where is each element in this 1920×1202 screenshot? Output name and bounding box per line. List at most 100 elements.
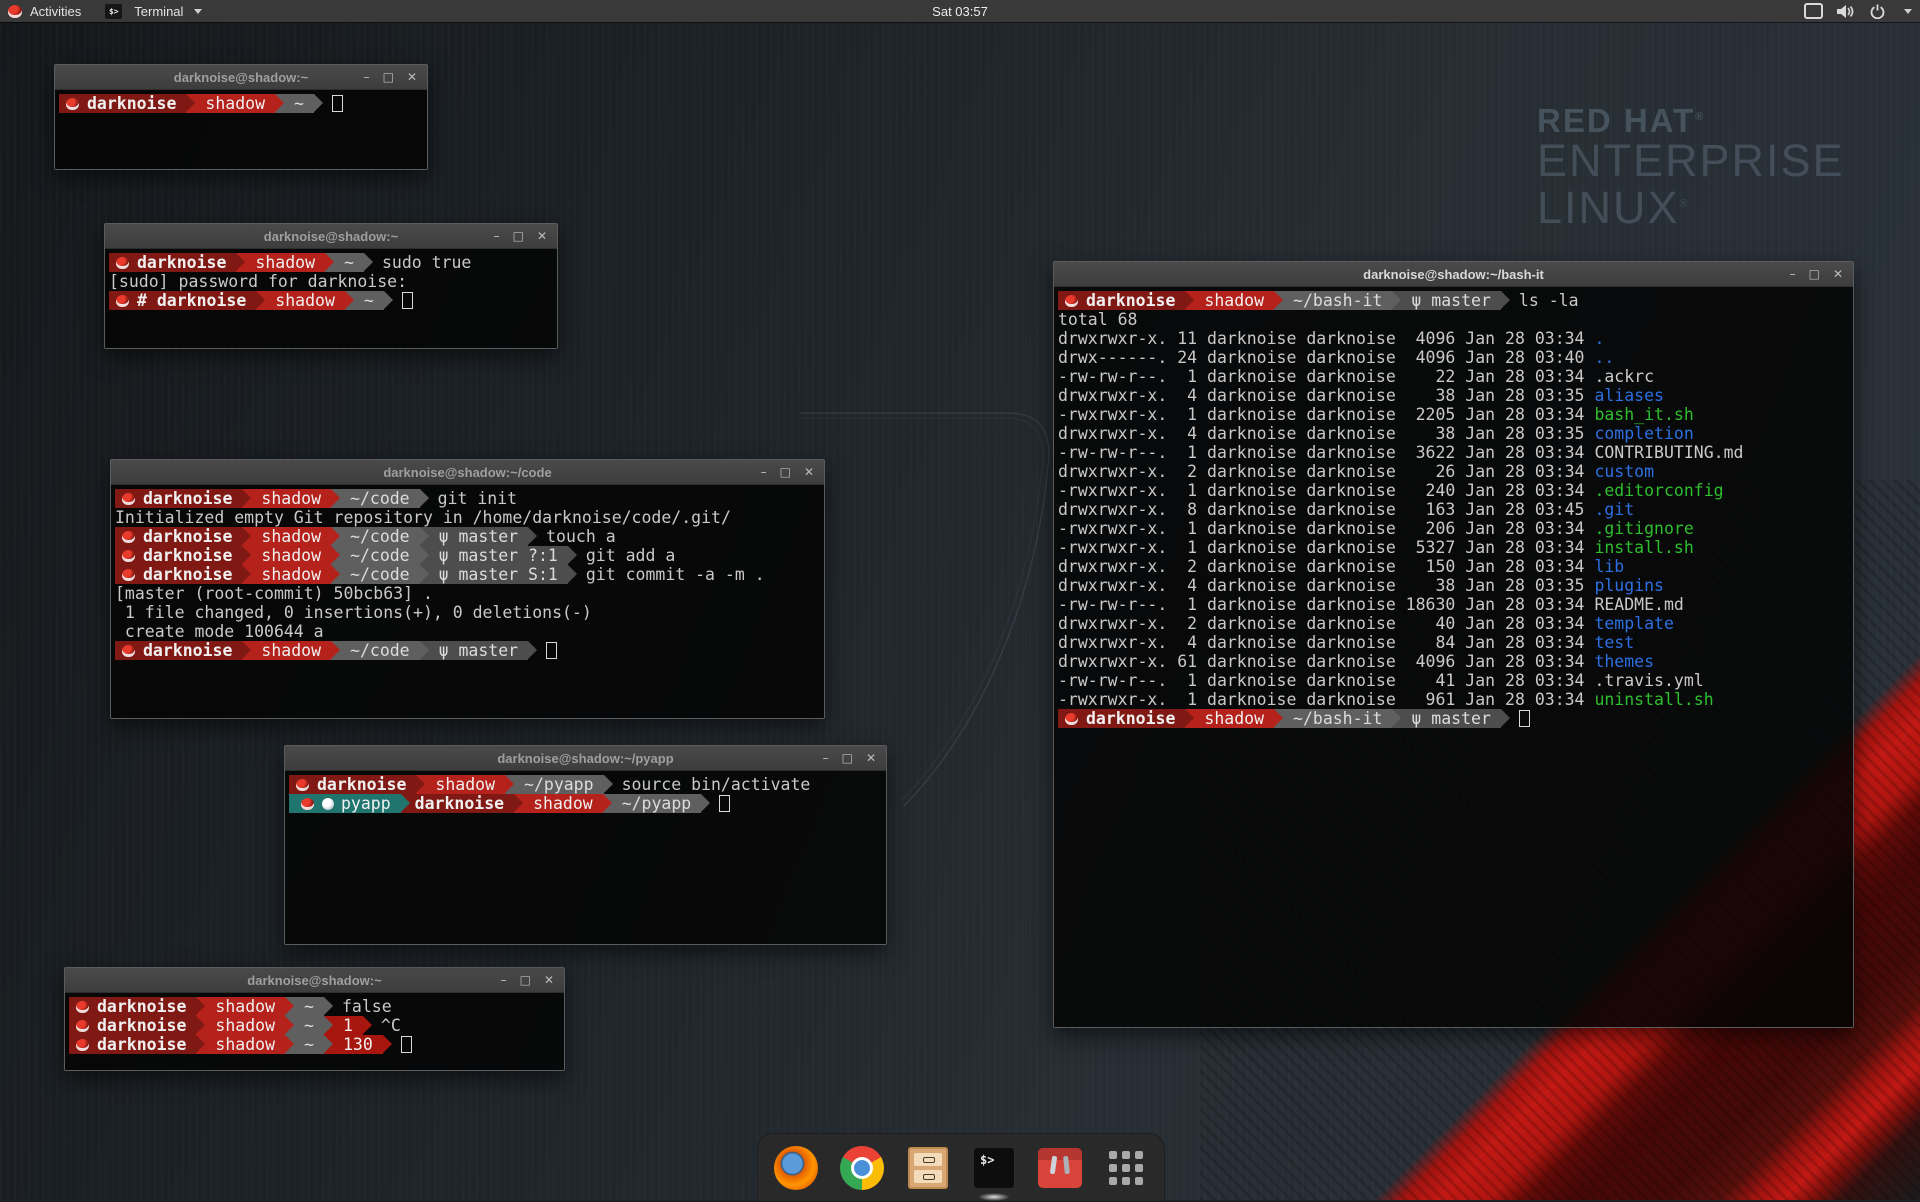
terminal-line: [sudo] password for darknoise: xyxy=(109,272,552,291)
terminal-app-icon: $> xyxy=(105,4,122,19)
window-titlebar[interactable]: darknoise@shadow:~/code –□ ✕ xyxy=(111,460,824,485)
power-icon[interactable] xyxy=(1870,4,1885,19)
minimize-button[interactable]: – xyxy=(364,65,370,89)
clock[interactable]: Sat 03:57 xyxy=(932,4,988,19)
window-titlebar[interactable]: darknoise@shadow:~ –□✕ xyxy=(65,968,564,993)
redhat-icon xyxy=(116,257,129,269)
powerline-arrow-icon xyxy=(285,1035,294,1054)
segment-label: ~/code xyxy=(350,489,410,508)
terminal-line: -rw-rw-r--. 1 darknoise darknoise 18630 … xyxy=(1058,595,1848,614)
terminal-line: darknoiseshadow~/bash-itψ master xyxy=(1058,709,1848,728)
close-button[interactable]: ✕ xyxy=(804,460,814,484)
minimize-button[interactable]: – xyxy=(823,746,829,770)
terminal-text: bash_it.sh xyxy=(1594,405,1693,424)
minimize-button[interactable]: – xyxy=(501,968,507,992)
redhat-icon xyxy=(76,1039,89,1051)
maximize-button[interactable]: □ xyxy=(780,460,791,484)
terminal-text: Initialized empty Git repository in /hom… xyxy=(115,508,731,527)
terminal-text: -rwxrwxr-x. 1 darknoise darknoise 2205 J… xyxy=(1058,405,1594,424)
segment-label: shadow xyxy=(1204,291,1264,310)
terminal-text: drwxrwxr-x. 4 darknoise darknoise 38 Jan… xyxy=(1058,424,1594,443)
close-button[interactable]: ✕ xyxy=(866,746,876,770)
app-menu-button[interactable]: Terminal xyxy=(134,4,183,19)
terminal-text: create mode 100644 a xyxy=(115,622,324,641)
screen-icon[interactable] xyxy=(1804,3,1823,19)
chrome-icon[interactable] xyxy=(840,1146,884,1190)
prompt-segment-path: ~ xyxy=(294,1016,324,1035)
maximize-button[interactable]: □ xyxy=(513,224,524,248)
prompt-segment-host: shadow xyxy=(195,94,275,113)
segment-label: ~/code xyxy=(350,546,410,565)
segment-label: darknoise xyxy=(415,794,504,813)
window-title: darknoise@shadow:~/bash-it xyxy=(1363,267,1544,282)
segment-label: shadow xyxy=(215,1016,275,1035)
terminal-text: drwxrwxr-x. 2 darknoise darknoise 26 Jan… xyxy=(1058,462,1594,481)
terminal-body[interactable]: darknoiseshadow~sudo true[sudo] password… xyxy=(105,249,557,348)
window-title: darknoise@shadow:~/code xyxy=(383,465,551,480)
terminal-body[interactable]: darknoiseshadow~/pyappsource bin/activat… xyxy=(285,771,886,944)
segment-label: ~/pyapp xyxy=(524,775,594,794)
maximize-button[interactable]: □ xyxy=(1809,262,1820,286)
activities-button[interactable]: Activities xyxy=(28,4,89,19)
terminal-line: darknoiseshadow~/codegit init xyxy=(115,489,819,508)
minimize-button[interactable]: – xyxy=(761,460,767,484)
terminal-line: darknoiseshadow~/codeψ master S:1git com… xyxy=(115,565,819,584)
minimize-button[interactable]: – xyxy=(494,224,500,248)
terminal-text: install.sh xyxy=(1594,538,1693,557)
terminal-text: .ackrc xyxy=(1594,367,1654,386)
prompt-segment-user: darknoise xyxy=(115,527,242,546)
terminal-body[interactable]: darknoiseshadow~ xyxy=(55,90,427,169)
files-icon[interactable] xyxy=(906,1146,950,1190)
terminal-line: -rwxrwxr-x. 1 darknoise darknoise 240 Ja… xyxy=(1058,481,1848,500)
terminal-line: darknoiseshadow~sudo true xyxy=(109,253,552,272)
window-titlebar[interactable]: darknoise@shadow:~ –□✕ xyxy=(105,224,557,249)
terminal-body[interactable]: darknoiseshadow~falsedarknoiseshadow~1^C… xyxy=(65,993,564,1070)
segment-label: darknoise xyxy=(1086,709,1175,728)
maximize-button[interactable]: □ xyxy=(842,746,853,770)
segment-label: darknoise xyxy=(143,527,232,546)
window-controls: –□ ✕ xyxy=(761,460,814,484)
close-button[interactable]: ✕ xyxy=(407,65,417,89)
terminal-text: sudo true xyxy=(382,253,471,272)
segment-label: darknoise xyxy=(317,775,406,794)
window-titlebar[interactable]: darknoise@shadow:~ –□✕ xyxy=(55,65,427,90)
terminal-text: .. xyxy=(1594,348,1614,367)
terminal-icon[interactable]: $> xyxy=(972,1146,1016,1190)
firefox-icon[interactable] xyxy=(774,1146,818,1190)
segment-label: shadow xyxy=(261,527,321,546)
powerline-arrow-icon xyxy=(528,641,537,660)
terminal-text: git commit -a -m . xyxy=(586,565,765,584)
maximize-button[interactable]: □ xyxy=(520,968,531,992)
chevron-down-icon[interactable] xyxy=(1904,9,1912,14)
prompt-segment-host: shadow xyxy=(425,775,505,794)
powerline-arrow-icon xyxy=(1501,709,1510,728)
maximize-button[interactable]: □ xyxy=(383,65,394,89)
close-button[interactable]: ✕ xyxy=(544,968,554,992)
prompt-segment-user: darknoise xyxy=(59,94,186,113)
prompt-segment-exit: 130 xyxy=(333,1035,383,1054)
terminal-text: git add a xyxy=(586,546,675,565)
window-titlebar[interactable]: darknoise@shadow:~/bash-it –□ ✕ xyxy=(1054,262,1853,287)
terminal-text: drwxrwxr-x. 4 darknoise darknoise 38 Jan… xyxy=(1058,576,1594,595)
close-button[interactable]: ✕ xyxy=(1833,262,1843,286)
terminal-line: drwxrwxr-x. 2 darknoise darknoise 150 Ja… xyxy=(1058,557,1848,576)
close-button[interactable]: ✕ xyxy=(537,224,547,248)
segment-label: shadow xyxy=(1204,709,1264,728)
window-titlebar[interactable]: darknoise@shadow:~/pyapp –□✕ xyxy=(285,746,886,771)
minimize-button[interactable]: – xyxy=(1790,262,1796,286)
prompt-segment-path: ~/pyapp xyxy=(514,775,604,794)
terminal-line: darknoiseshadow~1^C xyxy=(69,1016,559,1035)
volume-icon[interactable] xyxy=(1837,4,1856,19)
prompt-segment-path: ~/code xyxy=(340,565,420,584)
powerline-arrow-icon xyxy=(331,565,340,584)
terminal-text: -rwxrwxr-x. 1 darknoise darknoise 5327 J… xyxy=(1058,538,1594,557)
toolbox-icon[interactable] xyxy=(1038,1146,1082,1190)
terminal-body[interactable]: darknoiseshadow~/bash-itψ masterls -lato… xyxy=(1054,287,1853,1027)
powerline-arrow-icon xyxy=(401,794,410,813)
powerline-arrow-icon xyxy=(420,641,429,660)
terminal-body[interactable]: darknoiseshadow~/codegit initInitialized… xyxy=(111,485,824,718)
app-grid-icon[interactable] xyxy=(1104,1146,1148,1190)
terminal-line: pyappdarknoiseshadow~/pyapp xyxy=(289,794,881,813)
powerline-arrow-icon xyxy=(420,565,429,584)
terminal-cursor xyxy=(402,292,413,309)
